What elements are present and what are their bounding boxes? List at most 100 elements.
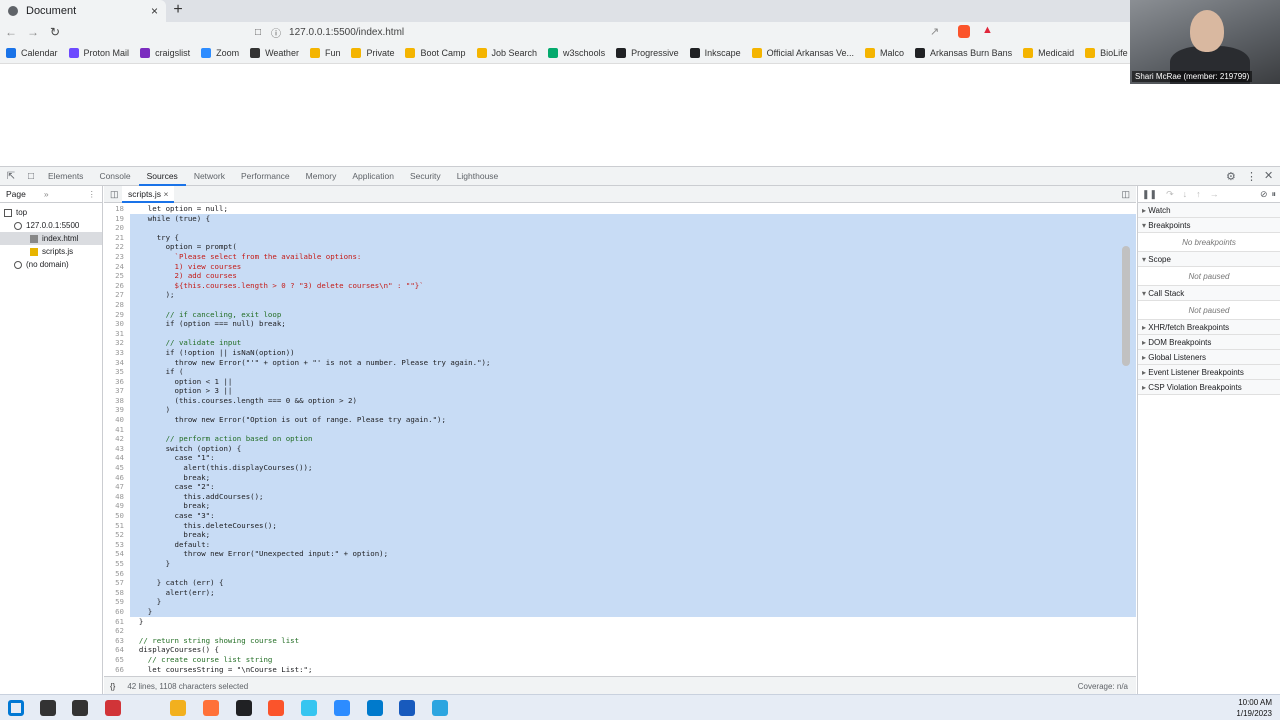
code-area[interactable]: 18 let option = null; 19 while (true) {20…: [104, 204, 1136, 676]
toggle-debugger-icon[interactable]: ◫: [1121, 189, 1130, 200]
new-tab-button[interactable]: +: [170, 1, 186, 19]
line-number[interactable]: 31: [104, 329, 130, 339]
device-toolbar-icon[interactable]: □: [22, 171, 40, 182]
bookmark-item[interactable]: Malco: [865, 47, 904, 58]
file-explorer-icon[interactable]: [170, 700, 186, 716]
tree-item[interactable]: top: [0, 206, 102, 219]
devtools-tab-console[interactable]: Console: [91, 167, 138, 186]
line-number[interactable]: 19: [104, 214, 130, 224]
vscode-icon[interactable]: [367, 700, 383, 716]
line-number[interactable]: 62: [104, 626, 130, 636]
tree-item[interactable]: (no domain): [0, 258, 102, 271]
line-number[interactable]: 34: [104, 358, 130, 368]
reload-icon[interactable]: ↻: [44, 25, 66, 39]
slack-icon[interactable]: [301, 700, 317, 716]
start-icon[interactable]: [8, 700, 24, 716]
line-number[interactable]: 64: [104, 645, 130, 655]
word-icon[interactable]: [399, 700, 415, 716]
navigator-page-tab[interactable]: Page: [6, 189, 26, 199]
gear-icon[interactable]: ⚙: [1226, 170, 1236, 183]
info-icon[interactable]: ⓘ: [271, 25, 281, 40]
sidebar-section-global-listeners[interactable]: ▸ Global Listeners: [1138, 350, 1280, 365]
more-tabs-icon[interactable]: »: [44, 189, 49, 199]
line-number[interactable]: 44: [104, 453, 130, 463]
line-number[interactable]: 53: [104, 540, 130, 550]
line-number[interactable]: 46: [104, 473, 130, 483]
devtools-tab-lighthouse[interactable]: Lighthouse: [449, 167, 507, 186]
devtools-tab-security[interactable]: Security: [402, 167, 449, 186]
line-number[interactable]: 52: [104, 530, 130, 540]
bookmark-item[interactable]: Calendar: [6, 47, 58, 58]
toggle-navigator-icon[interactable]: ◫: [110, 189, 119, 200]
line-number[interactable]: 38: [104, 396, 130, 406]
sidebar-section-watch[interactable]: ▸ Watch: [1138, 203, 1280, 218]
line-number[interactable]: 20: [104, 223, 130, 233]
line-number[interactable]: 28: [104, 300, 130, 310]
line-number[interactable]: 41: [104, 425, 130, 435]
bookmark-item[interactable]: w3schools: [548, 47, 605, 58]
close-tab-icon[interactable]: ×: [151, 4, 158, 18]
line-number[interactable]: 48: [104, 492, 130, 502]
pretty-print-icon[interactable]: {}: [110, 682, 115, 691]
pause-on-exceptions-icon[interactable]: ⏸: [1271, 189, 1276, 200]
step-over-icon[interactable]: ↷: [1166, 189, 1174, 200]
bookmark-item[interactable]: Proton Mail: [68, 47, 129, 58]
line-number[interactable]: 26: [104, 281, 130, 291]
line-number[interactable]: 27: [104, 290, 130, 300]
bookmark-item[interactable]: Progressive: [616, 47, 679, 58]
line-number[interactable]: 66: [104, 665, 130, 675]
line-number[interactable]: 63: [104, 636, 130, 646]
bookmark-item[interactable]: Inkscape: [689, 47, 741, 58]
line-number[interactable]: 30: [104, 319, 130, 329]
back-arrow-icon[interactable]: ←: [0, 25, 22, 39]
line-number[interactable]: 45: [104, 463, 130, 473]
editor-tab-scripts[interactable]: scripts.js ×: [122, 185, 175, 203]
line-number[interactable]: 40: [104, 415, 130, 425]
bookmark-item[interactable]: Medicaid: [1023, 47, 1074, 58]
devtools-tab-memory[interactable]: Memory: [298, 167, 345, 186]
devtools-tab-sources[interactable]: Sources: [138, 167, 186, 186]
deactivate-breakpoints-icon[interactable]: ⊘: [1260, 189, 1268, 200]
sidebar-section-breakpoints[interactable]: ▾ Breakpoints: [1138, 218, 1280, 233]
line-number[interactable]: 61: [104, 617, 130, 627]
bookmark-item[interactable]: Job Search: [476, 47, 537, 58]
line-number[interactable]: 21: [104, 233, 130, 243]
bookmark-item[interactable]: craigslist: [140, 47, 190, 58]
line-number[interactable]: 54: [104, 549, 130, 559]
line-number[interactable]: 50: [104, 511, 130, 521]
line-number[interactable]: 57: [104, 578, 130, 588]
bookmark-item[interactable]: Weather: [250, 47, 299, 58]
line-number[interactable]: 55: [104, 559, 130, 569]
sidebar-section-csp-violation-breakpoints[interactable]: ▸ CSP Violation Breakpoints: [1138, 380, 1280, 395]
bookmark-item[interactable]: Private: [351, 47, 394, 58]
line-number[interactable]: 47: [104, 482, 130, 492]
bookmark-item[interactable]: Zoom: [201, 47, 239, 58]
pause-icon[interactable]: ❚❚: [1142, 189, 1157, 200]
step-into-icon[interactable]: ↓: [1183, 189, 1188, 199]
bookmark-icon[interactable]: □: [255, 27, 261, 38]
task-view-icon[interactable]: [72, 700, 88, 716]
bookmark-item[interactable]: Official Arkansas Ve...: [751, 47, 854, 58]
system-clock[interactable]: 10:00 AM 1/19/2023: [1236, 697, 1272, 719]
more-icon[interactable]: ⋮: [1246, 170, 1257, 183]
sidebar-section-event-listener-breakpoints[interactable]: ▸ Event Listener Breakpoints: [1138, 365, 1280, 380]
tree-item[interactable]: index.html: [0, 232, 102, 245]
line-number[interactable]: 22: [104, 242, 130, 252]
line-number[interactable]: 42: [104, 434, 130, 444]
line-number[interactable]: 65: [104, 655, 130, 665]
bookmark-item[interactable]: Fun: [309, 47, 340, 58]
close-devtools-icon[interactable]: ✕: [1264, 169, 1273, 182]
url-field[interactable]: □ ⓘ 127.0.0.1:5500/index.html: [255, 23, 975, 41]
line-number[interactable]: 49: [104, 501, 130, 511]
tree-item[interactable]: scripts.js: [0, 245, 102, 258]
sidebar-section-xhr-fetch-breakpoints[interactable]: ▸ XHR/fetch Breakpoints: [1138, 320, 1280, 335]
search-icon[interactable]: [40, 700, 56, 716]
forward-arrow-icon[interactable]: →: [22, 25, 44, 39]
inspect-icon[interactable]: ⇱: [0, 171, 22, 182]
line-number[interactable]: 43: [104, 444, 130, 454]
line-number[interactable]: 32: [104, 338, 130, 348]
devtools-tab-elements[interactable]: Elements: [40, 167, 91, 186]
step-icon[interactable]: →: [1210, 189, 1219, 199]
navigator-menu-icon[interactable]: ⋮: [88, 189, 97, 200]
line-number[interactable]: 56: [104, 569, 130, 579]
